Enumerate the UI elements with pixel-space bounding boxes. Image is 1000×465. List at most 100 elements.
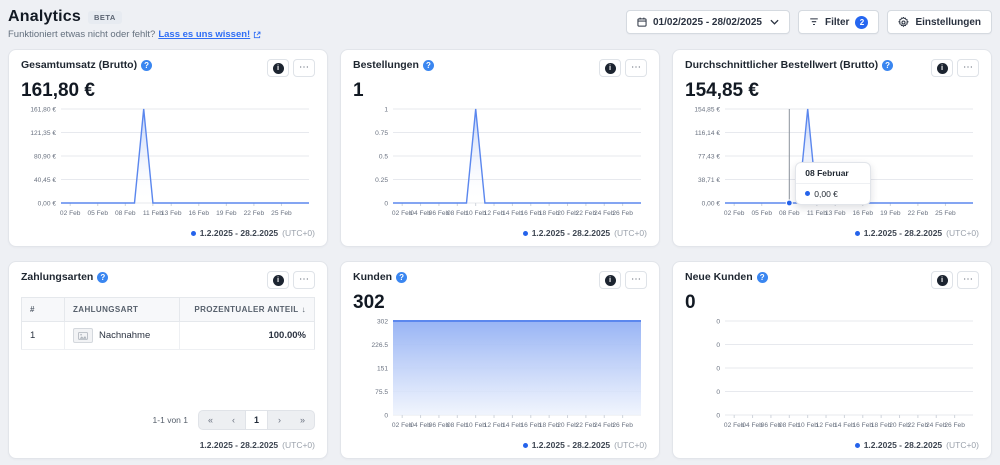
svg-text:1: 1 — [384, 106, 388, 113]
svg-text:121,35 €: 121,35 € — [30, 130, 56, 137]
svg-text:226.5: 226.5 — [371, 342, 388, 349]
ellipsis-icon: ⋯ — [631, 275, 641, 285]
date-range-button[interactable]: 01/02/2025 - 28/02/2025 — [626, 10, 790, 34]
column-payment-method: ZAHLUNGSART — [65, 298, 180, 322]
help-icon[interactable]: ? — [423, 60, 434, 71]
svg-text:0: 0 — [716, 412, 720, 419]
row-payment-method: Nachnahme — [65, 322, 180, 350]
filter-button[interactable]: Filter 2 — [798, 10, 879, 34]
context-menu-button[interactable]: ⋯ — [293, 59, 315, 77]
context-menu-button[interactable]: ⋯ — [957, 59, 979, 77]
context-menu-button[interactable]: ⋯ — [625, 59, 647, 77]
svg-text:13 Feb: 13 Feb — [825, 210, 846, 217]
customers-chart[interactable]: 302226.515175.5002 Feb04 Feb06 Feb08 Feb… — [353, 316, 647, 430]
info-button[interactable]: i — [931, 271, 953, 289]
svg-text:116,14 €: 116,14 € — [695, 130, 721, 137]
svg-text:08 Feb: 08 Feb — [779, 210, 800, 217]
topbar: Analytics BETA Funktioniert etwas nicht … — [8, 8, 992, 40]
table-row: 1 Nachnahme 100.00% — [22, 322, 315, 350]
new-customers-value: 0 — [685, 292, 979, 314]
sort-desc-icon: ↓ — [302, 305, 306, 314]
page-subtitle: Funktioniert etwas nicht oder fehlt? Las… — [8, 29, 261, 40]
toolbar: 01/02/2025 - 28/02/2025 Filter 2 Einstel… — [626, 10, 992, 34]
svg-text:26 Feb: 26 Feb — [944, 422, 965, 429]
info-button[interactable]: i — [267, 271, 289, 289]
feedback-link[interactable]: Lass es uns wissen! — [158, 29, 250, 40]
card-new-customers: Neue Kunden ? i ⋯ 0 0000002 Feb04 Feb06 … — [672, 261, 992, 459]
orders-value: 1 — [353, 80, 647, 102]
external-link-icon — [253, 31, 261, 39]
card-payments-title: Zahlungsarten ? — [21, 271, 108, 283]
cards-grid: Gesamtumsatz (Brutto) ? i ⋯ 161,80 € 161… — [8, 49, 992, 459]
ellipsis-icon: ⋯ — [963, 275, 973, 285]
svg-text:0: 0 — [716, 342, 720, 349]
help-icon[interactable]: ? — [757, 272, 768, 283]
ellipsis-icon: ⋯ — [299, 275, 309, 285]
first-page-button[interactable]: « — [199, 411, 222, 429]
card-orders: Bestellungen ? i ⋯ 1 10.750.50.25002 Feb… — [340, 49, 660, 247]
svg-text:0: 0 — [384, 200, 388, 207]
settings-button[interactable]: Einstellungen — [887, 10, 992, 34]
info-icon: i — [605, 275, 616, 286]
new-customers-chart[interactable]: 0000002 Feb04 Feb06 Feb08 Feb10 Feb12 Fe… — [685, 316, 979, 430]
tooltip-date: 08 Februar — [796, 163, 870, 184]
svg-text:302: 302 — [377, 318, 388, 325]
svg-text:0: 0 — [384, 412, 388, 419]
svg-text:22 Feb: 22 Feb — [908, 210, 929, 217]
help-icon[interactable]: ? — [396, 272, 407, 283]
context-menu-button[interactable]: ⋯ — [957, 271, 979, 289]
svg-text:80,90 €: 80,90 € — [34, 153, 56, 160]
card-avg-order: Durchschnittlicher Bestellwert (Brutto) … — [672, 49, 992, 247]
help-icon[interactable]: ? — [141, 60, 152, 71]
info-button[interactable]: i — [599, 59, 621, 77]
tooltip-dot — [805, 191, 810, 196]
chart-legend: 1.2.2025 - 28.2.2025(UTC+0) — [685, 228, 979, 238]
beta-badge: BETA — [88, 11, 122, 24]
column-share-sortable[interactable]: PROZENTUALER ANTEIL↓ — [180, 298, 315, 322]
subtitle-text: Funktioniert etwas nicht oder fehlt? — [8, 29, 155, 40]
table-legend: 1.2.2025 - 28.2.2025(UTC+0) — [21, 440, 315, 450]
chart-legend: 1.2.2025 - 28.2.2025(UTC+0) — [353, 440, 647, 450]
legend-dot — [523, 231, 528, 236]
chart-legend: 1.2.2025 - 28.2.2025(UTC+0) — [685, 440, 979, 450]
help-icon[interactable]: ? — [882, 60, 893, 71]
next-page-button[interactable]: › — [268, 411, 291, 429]
svg-text:151: 151 — [377, 365, 388, 372]
svg-text:77,43 €: 77,43 € — [698, 153, 720, 160]
last-page-button[interactable]: » — [291, 411, 314, 429]
prev-page-button[interactable]: ‹ — [222, 411, 245, 429]
avg-order-chart[interactable]: 154,85 €116,14 €77,43 €38,71 €0,00 €02 F… — [685, 104, 979, 218]
card-customers-title: Kunden ? — [353, 271, 407, 283]
gear-icon — [898, 17, 909, 28]
svg-text:05 Feb: 05 Feb — [87, 210, 108, 217]
svg-text:26 Feb: 26 Feb — [612, 422, 633, 429]
card-revenue-title: Gesamtumsatz (Brutto) ? — [21, 59, 152, 71]
info-button[interactable]: i — [267, 59, 289, 77]
legend-dot — [855, 443, 860, 448]
svg-text:22 Feb: 22 Feb — [244, 210, 265, 217]
orders-chart[interactable]: 10.750.50.25002 Feb04 Feb06 Feb08 Feb10 … — [353, 104, 647, 218]
context-menu-button[interactable]: ⋯ — [293, 271, 315, 289]
info-icon: i — [273, 63, 284, 74]
ellipsis-icon: ⋯ — [299, 63, 309, 73]
analytics-page: Analytics BETA Funktioniert etwas nicht … — [0, 0, 1000, 459]
revenue-chart[interactable]: 161,80 €121,35 €80,90 €40,45 €0,00 €02 F… — [21, 104, 315, 218]
svg-text:0.5: 0.5 — [379, 153, 388, 160]
info-icon: i — [937, 275, 948, 286]
info-button[interactable]: i — [599, 271, 621, 289]
card-orders-title: Bestellungen ? — [353, 59, 434, 71]
svg-text:05 Feb: 05 Feb — [751, 210, 772, 217]
legend-dot — [191, 231, 196, 236]
revenue-value: 161,80 € — [21, 80, 315, 102]
info-icon: i — [937, 63, 948, 74]
current-page-button[interactable]: 1 — [245, 411, 268, 429]
svg-text:40,45 €: 40,45 € — [34, 177, 56, 184]
info-button[interactable]: i — [931, 59, 953, 77]
svg-text:13 Feb: 13 Feb — [161, 210, 182, 217]
payment-method-image-icon — [73, 328, 93, 343]
help-icon[interactable]: ? — [97, 272, 108, 283]
context-menu-button[interactable]: ⋯ — [625, 271, 647, 289]
card-payment-methods: Zahlungsarten ? i ⋯ # ZAHLUNGSART PROZEN… — [8, 261, 328, 459]
svg-text:25 Feb: 25 Feb — [271, 210, 292, 217]
card-new-customers-title: Neue Kunden ? — [685, 271, 768, 283]
